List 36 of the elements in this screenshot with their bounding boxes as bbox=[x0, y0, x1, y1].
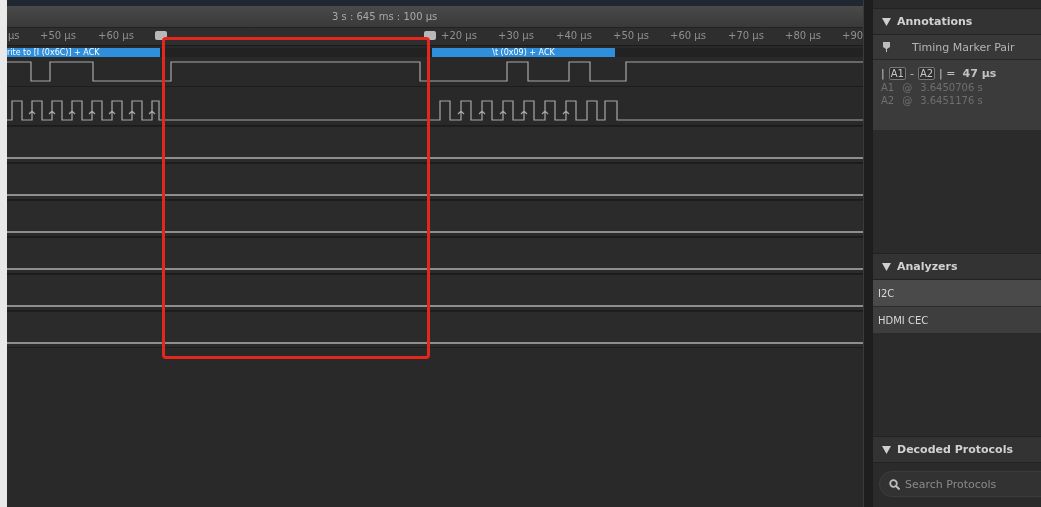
tick-label: µs bbox=[8, 30, 20, 41]
at-sign: @ bbox=[902, 82, 913, 93]
marker-handle[interactable] bbox=[424, 31, 436, 40]
measurement-value: 47 µs bbox=[962, 67, 997, 80]
pin-icon bbox=[883, 42, 890, 52]
scrollbar[interactable] bbox=[863, 0, 873, 507]
caret-icon[interactable] bbox=[882, 445, 891, 454]
at-sign: @ bbox=[902, 95, 913, 106]
section-header[interactable]: Analyzers bbox=[873, 253, 1041, 280]
analyzer-item[interactable]: I2C bbox=[873, 280, 1041, 307]
analyzer-item[interactable]: HDMI CEC bbox=[873, 307, 1041, 334]
tick-label: +80 µs bbox=[785, 30, 821, 41]
search-icon bbox=[889, 479, 900, 490]
search-field[interactable]: Search Protocols bbox=[879, 471, 1041, 497]
measurement-text: | bbox=[881, 67, 885, 80]
tick-label: +20 µs bbox=[441, 30, 477, 41]
tick-label: +30 µs bbox=[498, 30, 534, 41]
marker-badge[interactable]: A1 bbox=[888, 67, 906, 80]
annotation-name: Timing Marker Pair bbox=[912, 40, 1015, 54]
tick-label: +50 µs bbox=[613, 30, 649, 41]
caret-icon[interactable] bbox=[882, 262, 891, 271]
marker-handle[interactable] bbox=[155, 31, 167, 40]
tick-label: +70 µs bbox=[728, 30, 764, 41]
annotation-item[interactable]: Timing Marker Pair bbox=[873, 35, 1041, 60]
measurement-text: - bbox=[909, 67, 914, 80]
marker-badge[interactable]: A2 bbox=[917, 67, 936, 80]
tick-label: +40 µs bbox=[556, 30, 592, 41]
section-header[interactable]: Decoded Protocols bbox=[873, 436, 1041, 463]
time-position: 3 s : 645 ms : 100 µs bbox=[332, 11, 438, 22]
tick-label: +60 µs bbox=[670, 30, 706, 41]
tick-label: +50 µs bbox=[40, 30, 76, 41]
tick-label: +60 µs bbox=[98, 30, 134, 41]
section-header[interactable]: Annotations bbox=[873, 8, 1041, 35]
caret-icon[interactable] bbox=[882, 17, 891, 26]
measurement-text: | = bbox=[939, 67, 956, 80]
tick-label: +90 bbox=[842, 30, 863, 41]
